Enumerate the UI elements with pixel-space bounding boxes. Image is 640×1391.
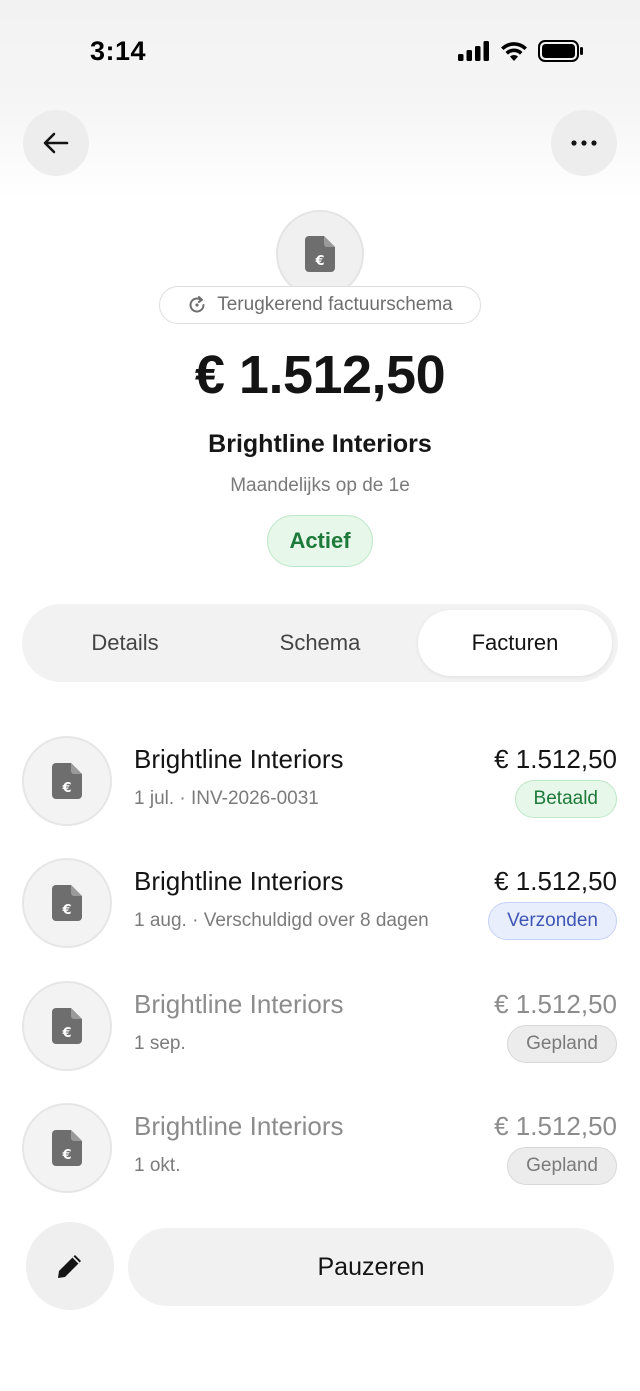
status-badge: Actief [267, 515, 373, 567]
pencil-icon [58, 1255, 81, 1278]
total-amount: € 1.512,50 [194, 345, 446, 405]
invoice-euro-icon: € [52, 1008, 82, 1044]
back-button[interactable] [23, 110, 89, 176]
invoice-client-name: Brightline Interiors [134, 1111, 344, 1141]
invoice-meta: 1 sep. [134, 1033, 186, 1054]
tab-facturen[interactable]: Facturen [418, 610, 612, 676]
invoice-doc-avatar: € [22, 981, 112, 1071]
arrow-left-icon [43, 132, 69, 154]
invoice-meta: 1 jul. · INV-2026-0031 [134, 788, 319, 809]
wifi-icon [501, 41, 527, 61]
edit-button[interactable] [26, 1222, 114, 1310]
invoice-client-name: Brightline Interiors [134, 866, 344, 896]
invoice-status-badge: Betaald [514, 780, 617, 818]
invoice-client-name: Brightline Interiors [134, 989, 344, 1019]
invoice-euro-icon: € [52, 1130, 82, 1166]
more-button[interactable] [551, 110, 617, 176]
invoice-amount: € 1.512,50 [494, 989, 617, 1019]
svg-text:€: € [314, 254, 324, 269]
more-horizontal-icon [571, 140, 597, 146]
tab-schema[interactable]: Schema [223, 610, 417, 676]
invoice-euro-icon: € [52, 885, 82, 921]
battery-icon [538, 40, 583, 62]
cellular-signal-icon [458, 41, 489, 61]
schedule-frequency: Maandelijks op de 1e [230, 475, 410, 496]
tab-bar: Details Schema Facturen [22, 604, 618, 682]
status-bar: 3:14 [0, 0, 640, 100]
invoice-avatar: € [276, 210, 364, 298]
status-time: 3:14 [90, 36, 147, 66]
svg-text:€: € [61, 781, 71, 796]
svg-text:€: € [61, 903, 71, 918]
refresh-icon [189, 296, 205, 313]
invoice-doc-avatar: € [22, 1103, 112, 1193]
invoice-row[interactable]: € Brightline Interiors 1 okt. € 1.512,50 Gep… [0, 1103, 640, 1203]
pause-button[interactable]: Pauzeren [128, 1228, 614, 1306]
invoice-row[interactable]: € Brightline Interiors 1 aug. · Verschuldi… [0, 858, 640, 958]
invoice-status-badge: Gepland [507, 1025, 617, 1063]
schedule-label: Terugkerend factuurschema [217, 294, 453, 315]
invoice-status-badge: Verzonden [488, 902, 617, 940]
invoice-euro-icon: € [305, 236, 335, 272]
client-name: Brightline Interiors [208, 430, 432, 458]
invoice-row[interactable]: € Brightline Interiors 1 sep. € 1.512,50 Gep… [0, 981, 640, 1081]
invoice-meta: 1 okt. [134, 1155, 181, 1176]
invoice-client-name: Brightline Interiors [134, 744, 344, 774]
svg-text:€: € [61, 1026, 71, 1041]
invoice-doc-avatar: € [22, 736, 112, 826]
invoice-doc-avatar: € [22, 858, 112, 948]
invoice-amount: € 1.512,50 [494, 744, 617, 774]
recurring-schedule-pill: Terugkerend factuurschema [159, 286, 481, 324]
bottom-action-bar: Pauzeren [0, 1220, 640, 1320]
invoice-amount: € 1.512,50 [494, 866, 617, 896]
status-icons [458, 40, 584, 62]
invoice-row[interactable]: € Brightline Interiors 1 jul. · INV-2026-0… [0, 736, 640, 836]
invoice-euro-icon: € [52, 763, 82, 799]
svg-text:€: € [61, 1148, 71, 1163]
invoice-amount: € 1.512,50 [494, 1111, 617, 1141]
invoice-meta: 1 aug. · Verschuldigd over 8 dagen [134, 910, 429, 931]
tab-details[interactable]: Details [28, 610, 222, 676]
invoice-status-badge: Gepland [507, 1147, 617, 1185]
